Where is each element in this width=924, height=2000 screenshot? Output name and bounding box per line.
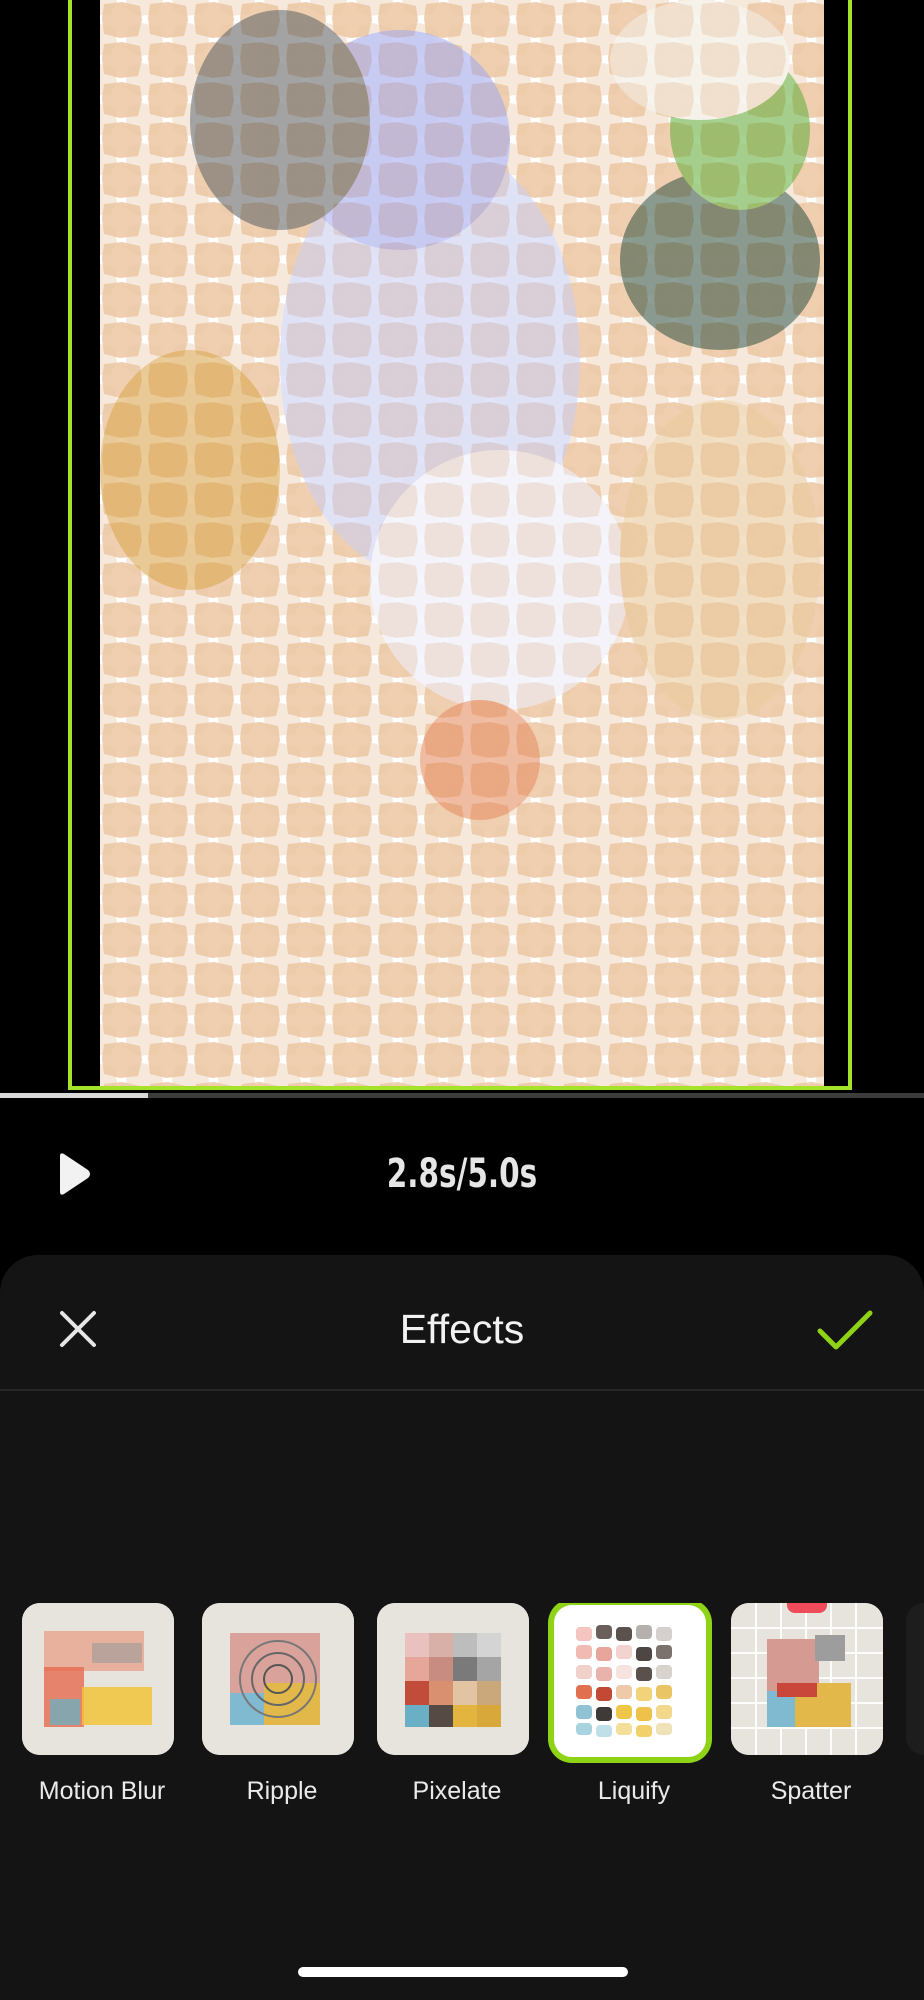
effect-thumbnail bbox=[22, 1603, 174, 1755]
effect-label: Spatter bbox=[770, 1777, 852, 1805]
effect-item-motion-blur[interactable]: Motion Blur bbox=[22, 1603, 182, 1843]
effects-panel: Effects Motion Blur Ripple Pixelate Liqu… bbox=[0, 1255, 924, 2000]
effect-thumbnail bbox=[202, 1603, 354, 1755]
scrubber-progress bbox=[0, 1093, 148, 1098]
effect-label: Ripple bbox=[246, 1777, 318, 1805]
play-icon bbox=[60, 1153, 90, 1195]
effect-item-ripple[interactable]: Ripple bbox=[202, 1603, 362, 1843]
close-button[interactable] bbox=[56, 1307, 100, 1351]
panel-header: Effects bbox=[0, 1255, 924, 1391]
effect-thumbnail bbox=[906, 1603, 924, 1755]
premium-badge bbox=[787, 1603, 827, 1613]
effect-thumbnail-selected bbox=[554, 1605, 706, 1757]
effect-label: Pixelate bbox=[412, 1777, 502, 1805]
effect-item-liquify[interactable]: Liquify bbox=[554, 1603, 714, 1843]
checkmark-icon bbox=[817, 1310, 873, 1350]
time-display: 2.8s/5.0s bbox=[386, 1151, 538, 1197]
effect-label: Motion Blur bbox=[38, 1777, 166, 1805]
effect-thumbnail bbox=[377, 1603, 529, 1755]
effects-list[interactable]: Motion Blur Ripple Pixelate Liquify Spat… bbox=[0, 1603, 924, 1843]
play-button[interactable] bbox=[54, 1150, 94, 1198]
effect-item-pixelate[interactable]: Pixelate bbox=[377, 1603, 537, 1843]
effect-label: Liquify bbox=[597, 1777, 671, 1805]
confirm-button[interactable] bbox=[816, 1307, 874, 1353]
selection-frame bbox=[68, 0, 852, 1090]
effect-thumbnail bbox=[731, 1603, 883, 1755]
panel-title: Effects bbox=[399, 1306, 525, 1352]
timeline-scrubber[interactable] bbox=[0, 1093, 924, 1098]
close-icon bbox=[60, 1311, 96, 1347]
video-preview bbox=[0, 0, 924, 1094]
effect-item-spatter[interactable]: Spatter bbox=[731, 1603, 891, 1843]
effect-item-partial[interactable] bbox=[906, 1603, 924, 1843]
crown-icon bbox=[787, 1603, 827, 1613]
home-indicator[interactable] bbox=[298, 1967, 628, 1977]
